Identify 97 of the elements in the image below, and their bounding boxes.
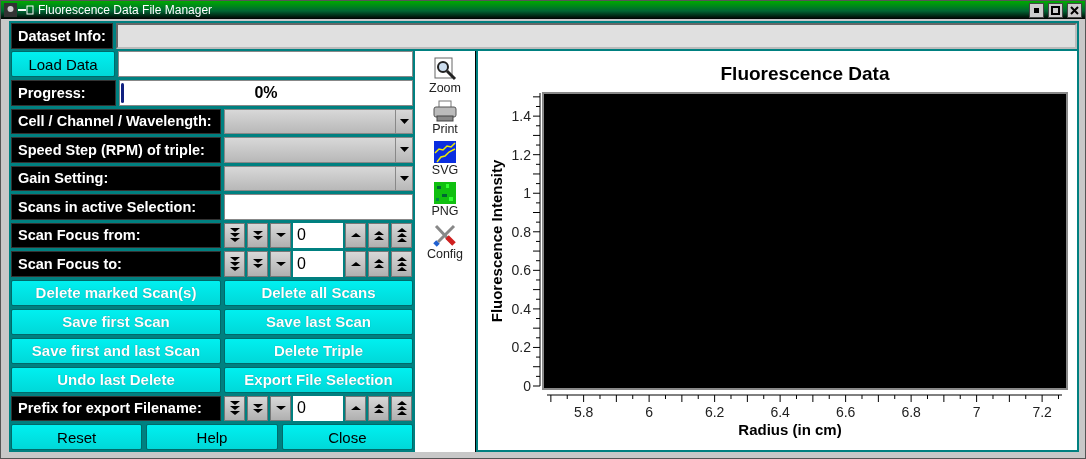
x-tick-label: 6 xyxy=(645,404,653,420)
decrement-button[interactable] xyxy=(270,222,291,248)
up-arrow-icon xyxy=(395,399,408,418)
selector-label: Cell / Channel / Wavelength: xyxy=(11,108,221,134)
scans-field[interactable] xyxy=(224,194,413,220)
increment-button[interactable] xyxy=(391,222,412,248)
file-field[interactable] xyxy=(118,51,413,77)
progress-reading: 0% xyxy=(254,83,278,102)
up-arrow-icon xyxy=(349,404,362,413)
selector-label: Gain Setting: xyxy=(11,165,221,191)
increment-button[interactable] xyxy=(368,251,389,277)
y-tick-label: 0.8 xyxy=(511,223,531,240)
toolbar-button[interactable]: Print xyxy=(432,100,458,137)
prefix-label: Prefix for export Filename: xyxy=(11,395,221,421)
close-icon xyxy=(1070,5,1079,15)
dataset-info-label: Dataset Info: xyxy=(11,23,113,49)
close-button[interactable] xyxy=(1067,2,1082,18)
dropdown-arrow-icon xyxy=(399,175,409,181)
decrement-button[interactable] xyxy=(247,251,268,277)
y-tick-label: 0.2 xyxy=(511,339,531,356)
up-arrow-icon xyxy=(395,254,408,273)
selector-label: Speed Step (RPM) of triple: xyxy=(11,137,221,163)
tools-icon xyxy=(433,223,457,247)
decrement-button[interactable] xyxy=(224,251,245,277)
decrement-button[interactable] xyxy=(224,395,245,421)
counter-field[interactable]: 0 xyxy=(293,251,343,277)
x-tick-label: 6.8 xyxy=(901,404,921,420)
dialog-button[interactable]: Close xyxy=(281,424,413,450)
increment-button[interactable] xyxy=(345,222,366,248)
down-arrow-icon xyxy=(251,228,264,242)
printer-icon xyxy=(433,100,457,122)
down-arrow-icon xyxy=(251,257,264,271)
dropdown[interactable] xyxy=(224,165,413,191)
increment-button[interactable] xyxy=(368,222,389,248)
load-data-button[interactable]: Load Data xyxy=(11,51,115,77)
x-tick-label: 7.2 xyxy=(1032,404,1052,420)
y-tick-label: 0.6 xyxy=(511,262,531,279)
minimize-button[interactable] xyxy=(1029,2,1044,18)
window-title: Fluorescence Data File Manager xyxy=(38,3,214,17)
x-axis-label: Radius (in cm) xyxy=(738,421,842,438)
down-arrow-icon xyxy=(251,401,264,415)
dialog-button[interactable]: Help xyxy=(146,424,278,450)
maximize-icon xyxy=(1051,5,1060,15)
increment-button[interactable] xyxy=(345,395,366,421)
x-tick-label: 6.2 xyxy=(704,404,725,420)
up-arrow-icon xyxy=(372,401,385,415)
counter-field[interactable]: 0 xyxy=(293,395,343,421)
maximize-button[interactable] xyxy=(1048,2,1063,18)
dropdown-arrow-icon xyxy=(399,147,409,153)
chart-title: Fluorescence Data xyxy=(720,63,890,84)
y-tick-label: 1.2 xyxy=(511,146,531,163)
scan-focus-label: Scan Focus to: xyxy=(11,251,221,277)
increment-button[interactable] xyxy=(391,251,412,277)
y-tick-label: 1 xyxy=(523,185,531,202)
down-arrow-icon xyxy=(228,254,241,273)
up-arrow-icon xyxy=(349,231,362,240)
progress-label: Progress: xyxy=(11,80,116,106)
x-tick-label: 6.6 xyxy=(835,404,856,420)
decrement-button[interactable] xyxy=(247,395,268,421)
toolbar-button[interactable]: PNG xyxy=(431,182,459,219)
increment-button[interactable] xyxy=(368,395,389,421)
scan-focus-label: Scan Focus from: xyxy=(11,222,221,248)
down-arrow-icon xyxy=(228,399,241,418)
dropdown[interactable] xyxy=(224,108,413,134)
down-arrow-icon xyxy=(274,231,287,240)
toolbar-button[interactable]: SVG xyxy=(431,141,459,178)
y-tick-label: 0.4 xyxy=(511,300,531,317)
x-tick-label: 7 xyxy=(972,404,981,420)
x-tick-label: 5.8 xyxy=(573,404,594,420)
window-menu-icon[interactable] xyxy=(4,3,34,17)
noise-image-icon xyxy=(434,182,456,204)
up-arrow-icon xyxy=(372,228,385,242)
up-arrow-icon xyxy=(395,226,408,245)
toolbar-button[interactable]: Config xyxy=(426,223,464,262)
down-arrow-icon xyxy=(274,259,287,268)
down-arrow-icon xyxy=(228,226,241,245)
decrement-button[interactable] xyxy=(247,222,268,248)
decrement-button[interactable] xyxy=(224,222,245,248)
plot-icon xyxy=(434,141,456,163)
minimize-icon xyxy=(1034,7,1039,13)
toolbar-button[interactable]: Zoom xyxy=(429,57,461,96)
scans-label: Scans in active Selection: xyxy=(11,194,221,220)
up-arrow-icon xyxy=(372,257,385,271)
decrement-button[interactable] xyxy=(270,251,291,277)
decrement-button[interactable] xyxy=(270,395,291,421)
down-arrow-icon xyxy=(274,404,287,413)
magnifier-icon xyxy=(433,57,457,81)
increment-button[interactable] xyxy=(345,251,366,277)
up-arrow-icon xyxy=(349,259,362,268)
x-tick-label: 6.4 xyxy=(770,404,790,420)
counter-field[interactable]: 0 xyxy=(293,222,343,248)
dialog-button[interactable]: Reset xyxy=(11,424,143,450)
dropdown-arrow-icon xyxy=(399,118,409,124)
y-axis-label: Fluorescence Intensity xyxy=(488,159,505,323)
y-tick-label: 1.4 xyxy=(511,108,531,125)
y-tick-label: 0 xyxy=(523,378,531,394)
increment-button[interactable] xyxy=(391,395,412,421)
